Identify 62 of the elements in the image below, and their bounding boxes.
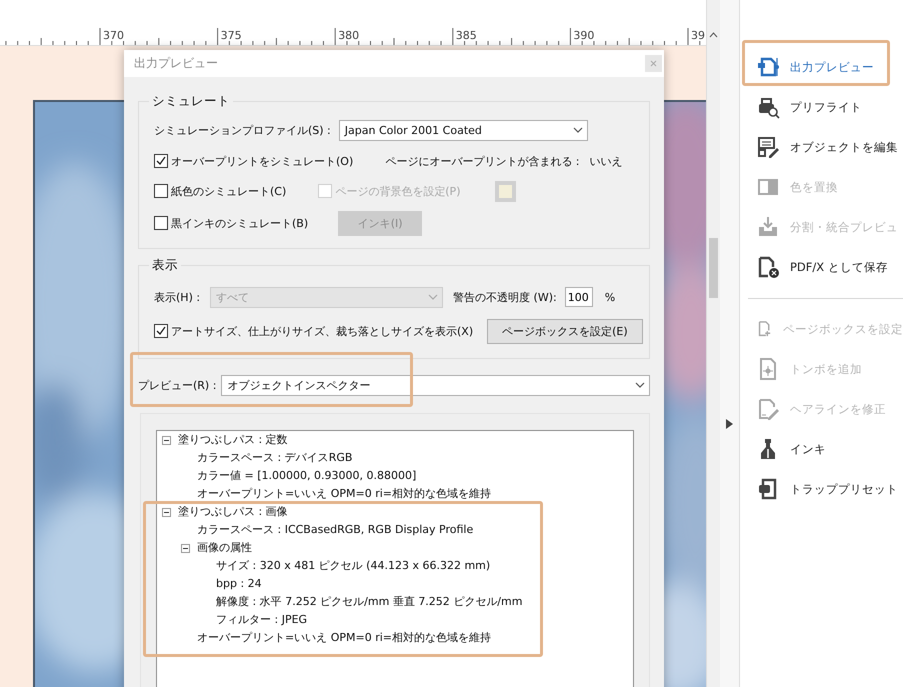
close-icon <box>650 60 657 67</box>
ruler-label: 375 <box>220 29 242 42</box>
tree-item: フィルター : JPEG <box>216 614 308 626</box>
checkbox-label: 黒インキのシミュレート(B) <box>171 216 308 230</box>
tree-item: オーバープリント=いいえ OPM=0 ri=相対的な色域を維持 <box>197 488 492 500</box>
dialog-title: 出力プレビュー <box>134 55 218 72</box>
printer-search-icon <box>756 95 780 119</box>
tool-item[interactable]: PDF/X として保存 <box>740 247 903 287</box>
field-label: プレビュー(R) : <box>138 378 216 392</box>
checkbox[interactable] <box>154 324 168 338</box>
unit-label: % <box>604 290 616 304</box>
collapse-icon[interactable] <box>181 544 190 552</box>
ruler-label: 390 <box>573 29 594 42</box>
tool-item[interactable]: インキ <box>740 429 903 469</box>
field-label: 表示(H) : <box>154 290 200 304</box>
edit-object-icon <box>756 135 780 159</box>
collapse-icon[interactable] <box>162 436 171 444</box>
info-label: ページにオーバープリントが含まれる : <box>385 154 580 168</box>
document-icon <box>756 55 780 79</box>
checkbox[interactable] <box>154 216 168 230</box>
tool-item[interactable]: トラッププリセット <box>740 469 903 509</box>
tool-item[interactable]: プリフライト <box>740 87 903 127</box>
tree-item[interactable]: 画像の属性 <box>197 542 252 554</box>
checkbox[interactable] <box>154 184 168 198</box>
download-tray-icon <box>756 215 780 239</box>
scroll-thumb[interactable] <box>709 238 718 298</box>
tree-item: オーバープリント=いいえ OPM=0 ri=相対的な色域を維持 <box>197 632 492 644</box>
tree-item[interactable]: 塗りつぶしパス : 定数 <box>178 434 288 446</box>
page-box-button[interactable]: ページボックスを設定(E) <box>487 318 643 344</box>
scrollbar[interactable] <box>706 0 720 687</box>
tool-item[interactable]: オブジェクトを編集 <box>740 127 903 167</box>
field-label: 警告の不透明度 (W): <box>453 290 557 304</box>
tree-item: カラー値 = [1.00000, 0.93000, 0.88000] <box>197 470 416 482</box>
ruler-label: 380 <box>338 29 360 42</box>
tree-item: カラースペース : ICCBasedRGB, RGB Display Profile <box>197 524 474 536</box>
checkbox-label: アートサイズ、仕上がりサイズ、裁ち落としサイズを表示(X) <box>171 324 474 338</box>
opacity-input[interactable]: 100 <box>564 287 593 307</box>
checkbox[interactable] <box>154 154 168 168</box>
ruler-label: 370 <box>103 29 124 42</box>
color-swatch[interactable] <box>495 180 516 202</box>
tool-item[interactable]: 出力プレビュー <box>740 47 903 87</box>
tree-item: bpp : 24 <box>216 578 262 590</box>
collapse-icon[interactable] <box>162 508 171 516</box>
scroll-up-icon[interactable] <box>709 32 718 38</box>
tree-item: サイズ : 320 x 481 ピクセル (44.123 x 66.322 mm) <box>216 560 490 572</box>
ruler-label: 385 <box>456 29 477 42</box>
tree-item[interactable]: 塗りつぶしパス : 画像 <box>178 506 288 518</box>
group-title: シミュレート <box>151 93 231 110</box>
tree-item: カラースペース : デバイスRGB <box>197 452 352 464</box>
document-x-icon <box>756 255 780 279</box>
page-pencil-icon <box>756 397 780 421</box>
preview-dropdown[interactable]: オブジェクトインスペクター <box>221 374 650 396</box>
group-title: 表示 <box>151 257 179 274</box>
checkbox-label: ページの背景色を設定(P) <box>335 184 460 198</box>
checkbox-label: 紙色のシミュレート(C) <box>171 184 286 198</box>
profile-dropdown[interactable]: Japan Color 2001 Coated <box>338 120 588 140</box>
info-value: いいえ <box>589 154 622 168</box>
ruler-label: 39 <box>691 29 705 42</box>
field-label: シミュレーションプロファイル(S) : <box>154 122 331 138</box>
checkbox-label: オーバープリントをシミュレート(O) <box>171 154 354 168</box>
expand-panel-icon[interactable] <box>726 418 733 428</box>
tree-item: 解像度 : 水平 7.252 ピクセル/mm 垂直 7.252 ピクセル/mm <box>216 596 522 608</box>
